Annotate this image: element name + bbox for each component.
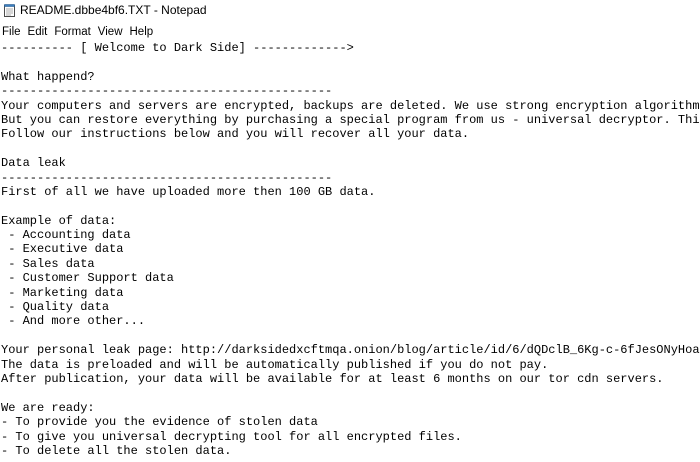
menu-file[interactable]: File <box>0 23 25 41</box>
window-title: README.dbbe4bf6.TXT - Notepad <box>20 3 207 17</box>
text-line: The data is preloaded and will be automa… <box>1 357 549 372</box>
text-line: Data leak <box>1 156 66 171</box>
text-line: - Marketing data <box>1 285 124 300</box>
text-line: We are ready: <box>1 400 95 415</box>
text-line: ----------------------------------------… <box>1 84 333 99</box>
text-line: Example of data: <box>1 213 117 228</box>
text-line: What happend? <box>1 69 95 84</box>
menu-bar: File Edit Format View Help <box>0 23 700 42</box>
text-line <box>0 329 700 343</box>
text-line <box>0 142 700 156</box>
text-line: - Sales data <box>1 256 95 271</box>
text-line: - To give you universal decrypting tool … <box>1 429 462 444</box>
text-line <box>0 55 700 69</box>
text-line: After publication, your data will be ava… <box>1 371 664 386</box>
notepad-window: README.dbbe4bf6.TXT - Notepad File Edit … <box>0 0 700 462</box>
text-line: Your personal leak page: http://darkside… <box>1 343 700 358</box>
text-line: - Quality data <box>1 300 110 315</box>
text-line: But you can restore everything by purcha… <box>1 112 700 127</box>
menu-edit[interactable]: Edit <box>25 23 52 41</box>
text-line: - To provide you the evidence of stolen … <box>1 415 318 430</box>
text-line: - To delete all the stolen data. <box>1 443 232 458</box>
text-line <box>0 386 700 400</box>
text-line: ---------- [ Welcome to Dark Side] -----… <box>1 41 354 55</box>
text-editor-area[interactable]: ---------- [ Welcome to Dark Side] -----… <box>0 41 700 462</box>
text-line: Your computers and servers are encrypted… <box>1 98 700 113</box>
text-line: First of all we have uploaded more then … <box>1 184 376 199</box>
text-line: - And more other... <box>1 314 146 329</box>
text-line <box>0 199 700 213</box>
menu-help[interactable]: Help <box>127 23 158 41</box>
text-line: ----------------------------------------… <box>1 170 333 185</box>
notepad-icon <box>4 4 15 17</box>
text-line: - Executive data <box>1 242 124 257</box>
menu-format[interactable]: Format <box>51 23 94 41</box>
text-line: - Customer Support data <box>1 271 174 286</box>
text-line: - Accounting data <box>1 228 131 243</box>
menu-view[interactable]: View <box>95 23 127 41</box>
text-line: Follow our instructions below and you wi… <box>1 127 470 142</box>
title-bar: README.dbbe4bf6.TXT - Notepad <box>0 0 700 22</box>
